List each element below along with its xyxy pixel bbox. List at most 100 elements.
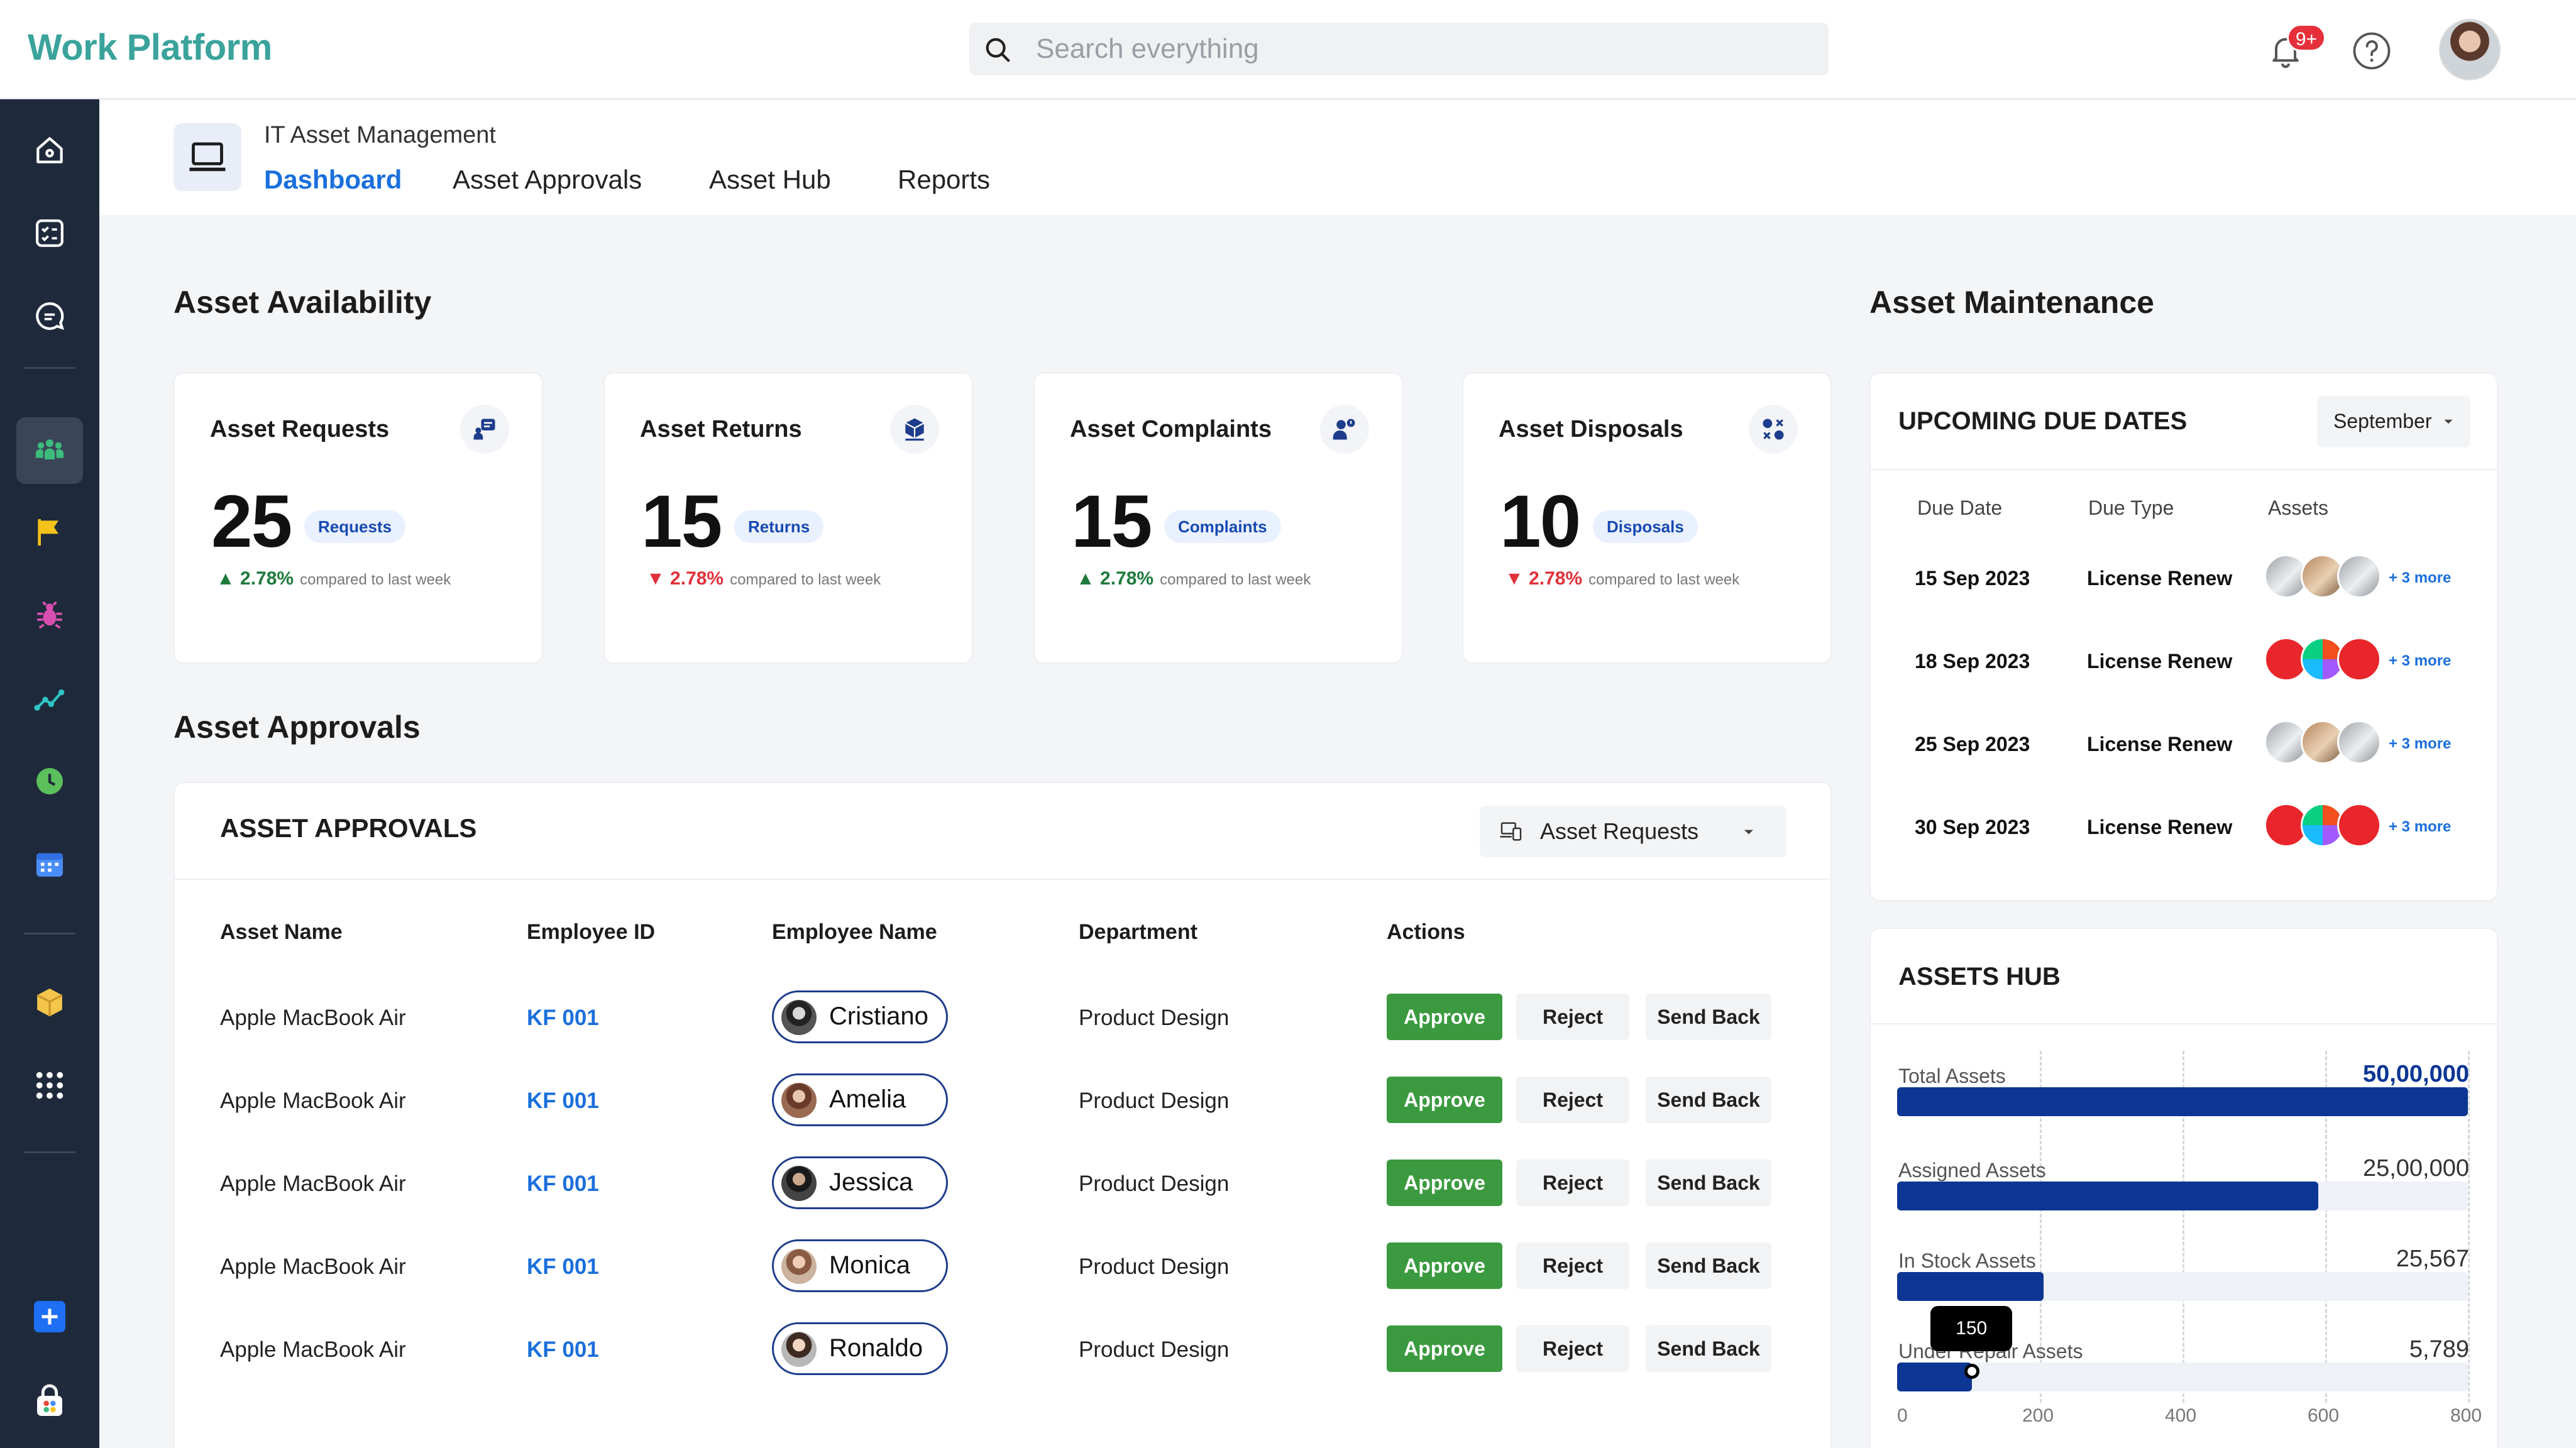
approve-button[interactable]: Approve [1387, 994, 1502, 1040]
return-box-icon [890, 405, 939, 454]
package-icon[interactable] [16, 969, 83, 1036]
search-input[interactable] [1036, 31, 1790, 67]
tab-asset-approvals[interactable]: Asset Approvals [453, 165, 642, 195]
divider [1871, 469, 2497, 470]
due-date-cell: 18 Sep 2023 [1915, 650, 2030, 672]
tooltip-marker [1964, 1364, 1980, 1379]
employee-id-link[interactable]: KF 001 [527, 1171, 599, 1197]
department-cell: Product Design [1079, 1171, 1230, 1196]
approvals-filter-dropdown[interactable]: Asset Requests [1480, 806, 1786, 857]
flag-icon[interactable] [16, 499, 83, 566]
search-bar[interactable] [969, 23, 1829, 75]
help-icon[interactable] [2351, 30, 2392, 72]
add-icon[interactable] [16, 1283, 83, 1350]
employee-chip[interactable]: Amelia [772, 1073, 948, 1126]
x-tick-label: 400 [2165, 1405, 2197, 1426]
chat-icon[interactable] [16, 283, 83, 349]
hub-bar[interactable] [1897, 1087, 2468, 1116]
tab-reports[interactable]: Reports [898, 165, 990, 195]
reject-button[interactable]: Reject [1516, 1160, 1629, 1206]
laptop-icon [173, 123, 241, 191]
employee-chip[interactable]: Cristiano [772, 990, 948, 1043]
hub-bar-value: 25,567 [2396, 1246, 2469, 1272]
module-header: IT Asset Management Dashboard Asset Appr… [99, 101, 2576, 215]
upcoming-due-title: UPCOMING DUE DATES [1898, 407, 2188, 435]
notification-badge: 9+ [2287, 24, 2326, 52]
clock-icon[interactable] [16, 748, 83, 814]
reject-button[interactable]: Reject [1516, 994, 1629, 1040]
hub-bar-value: 5,789 [2409, 1336, 2469, 1363]
tab-asset-hub[interactable]: Asset Hub [709, 165, 831, 195]
stat-card-complaints[interactable]: Asset Complaints 15 Complaints ▲ 2.78% co… [1033, 372, 1403, 664]
reject-button[interactable]: Reject [1516, 1242, 1629, 1289]
more-assets-link[interactable]: + 3 more [2389, 652, 2451, 670]
employee-chip[interactable]: Ronaldo [772, 1322, 948, 1375]
stat-trend: ▼ 2.78% compared to last week [646, 568, 881, 590]
top-bar: Work Platform 9+ [0, 0, 2576, 99]
tasks-icon[interactable] [16, 200, 83, 266]
reject-button[interactable]: Reject [1516, 1325, 1629, 1372]
adobe-icon [2337, 803, 2381, 847]
stat-card-disposals[interactable]: Asset Disposals 10 Disposals ▼ 2.78% comp… [1462, 372, 1832, 664]
more-assets-link[interactable]: + 3 more [2389, 569, 2451, 587]
employee-chip[interactable]: Monica [772, 1239, 948, 1292]
send-back-button[interactable]: Send Back [1646, 1160, 1771, 1206]
employee-id-link[interactable]: KF 001 [527, 1337, 599, 1363]
hub-bar[interactable] [1897, 1182, 2318, 1210]
request-icon [460, 405, 509, 454]
stat-title: Asset Requests [210, 416, 390, 442]
employee-name: Cristiano [829, 1002, 928, 1030]
approve-button[interactable]: Approve [1387, 1160, 1502, 1206]
trend-compare: compared to last week [300, 571, 451, 588]
hub-bar[interactable] [1897, 1272, 2044, 1301]
approve-button[interactable]: Approve [1387, 1325, 1502, 1372]
reject-button[interactable]: Reject [1516, 1077, 1629, 1123]
calendar-icon[interactable] [16, 831, 83, 897]
home-icon[interactable] [16, 117, 83, 184]
bug-icon[interactable] [16, 582, 83, 649]
employee-id-link[interactable]: KF 001 [527, 1254, 599, 1280]
analytics-icon[interactable] [16, 665, 83, 732]
employee-chip[interactable]: Jessica [772, 1156, 948, 1209]
approve-button[interactable]: Approve [1387, 1077, 1502, 1123]
send-back-button[interactable]: Send Back [1646, 1077, 1771, 1123]
col-assets: Assets [2268, 496, 2329, 519]
stat-trend: ▲ 2.78% compared to last week [216, 568, 451, 590]
send-back-button[interactable]: Send Back [1646, 1242, 1771, 1289]
col-due-type: Due Type [2088, 496, 2174, 519]
stat-title: Asset Disposals [1499, 416, 1683, 442]
tab-dashboard[interactable]: Dashboard [264, 165, 402, 195]
due-date-cell: 15 Sep 2023 [1915, 567, 2030, 590]
more-assets-link[interactable]: + 3 more [2389, 818, 2451, 836]
chevron-down-icon [2444, 419, 2453, 424]
store-lock-icon[interactable] [16, 1368, 83, 1434]
hub-bar-value: 25,00,000 [2362, 1155, 2469, 1182]
stat-card-requests[interactable]: Asset Requests 25 Requests ▲ 2.78% compar… [173, 372, 543, 664]
bar-tooltip: 150 [1930, 1306, 2013, 1351]
adobe-icon [2337, 637, 2381, 681]
app-logo[interactable]: Work Platform [28, 26, 272, 69]
x-tick-label: 200 [2022, 1405, 2054, 1426]
asset-name-cell: Apple MacBook Air [220, 1006, 406, 1030]
stat-card-returns[interactable]: Asset Returns 15 Returns ▼ 2.78% compared… [603, 372, 973, 664]
month-dropdown[interactable]: September [2317, 396, 2470, 447]
search-icon [986, 38, 1010, 62]
send-back-button[interactable]: Send Back [1646, 994, 1771, 1040]
approve-button[interactable]: Approve [1387, 1242, 1502, 1289]
device-asset-icon [2337, 554, 2381, 598]
col-department: Department [1079, 920, 1197, 944]
x-tick-label: 800 [2450, 1405, 2482, 1426]
apps-grid-icon[interactable] [16, 1052, 83, 1119]
send-back-button[interactable]: Send Back [1646, 1325, 1771, 1372]
month-value: September [2333, 410, 2432, 432]
department-cell: Product Design [1079, 1089, 1230, 1113]
col-due-date: Due Date [1917, 496, 2003, 519]
user-avatar[interactable] [2439, 19, 2501, 80]
team-icon[interactable] [16, 417, 83, 484]
more-assets-link[interactable]: + 3 more [2389, 735, 2451, 753]
stat-pill: Complaints [1164, 510, 1281, 543]
employee-id-link[interactable]: KF 001 [527, 1006, 599, 1031]
hub-bar[interactable] [1897, 1363, 1973, 1391]
employee-id-link[interactable]: KF 001 [527, 1089, 599, 1114]
trend-down-icon: ▼ [1505, 568, 1524, 589]
